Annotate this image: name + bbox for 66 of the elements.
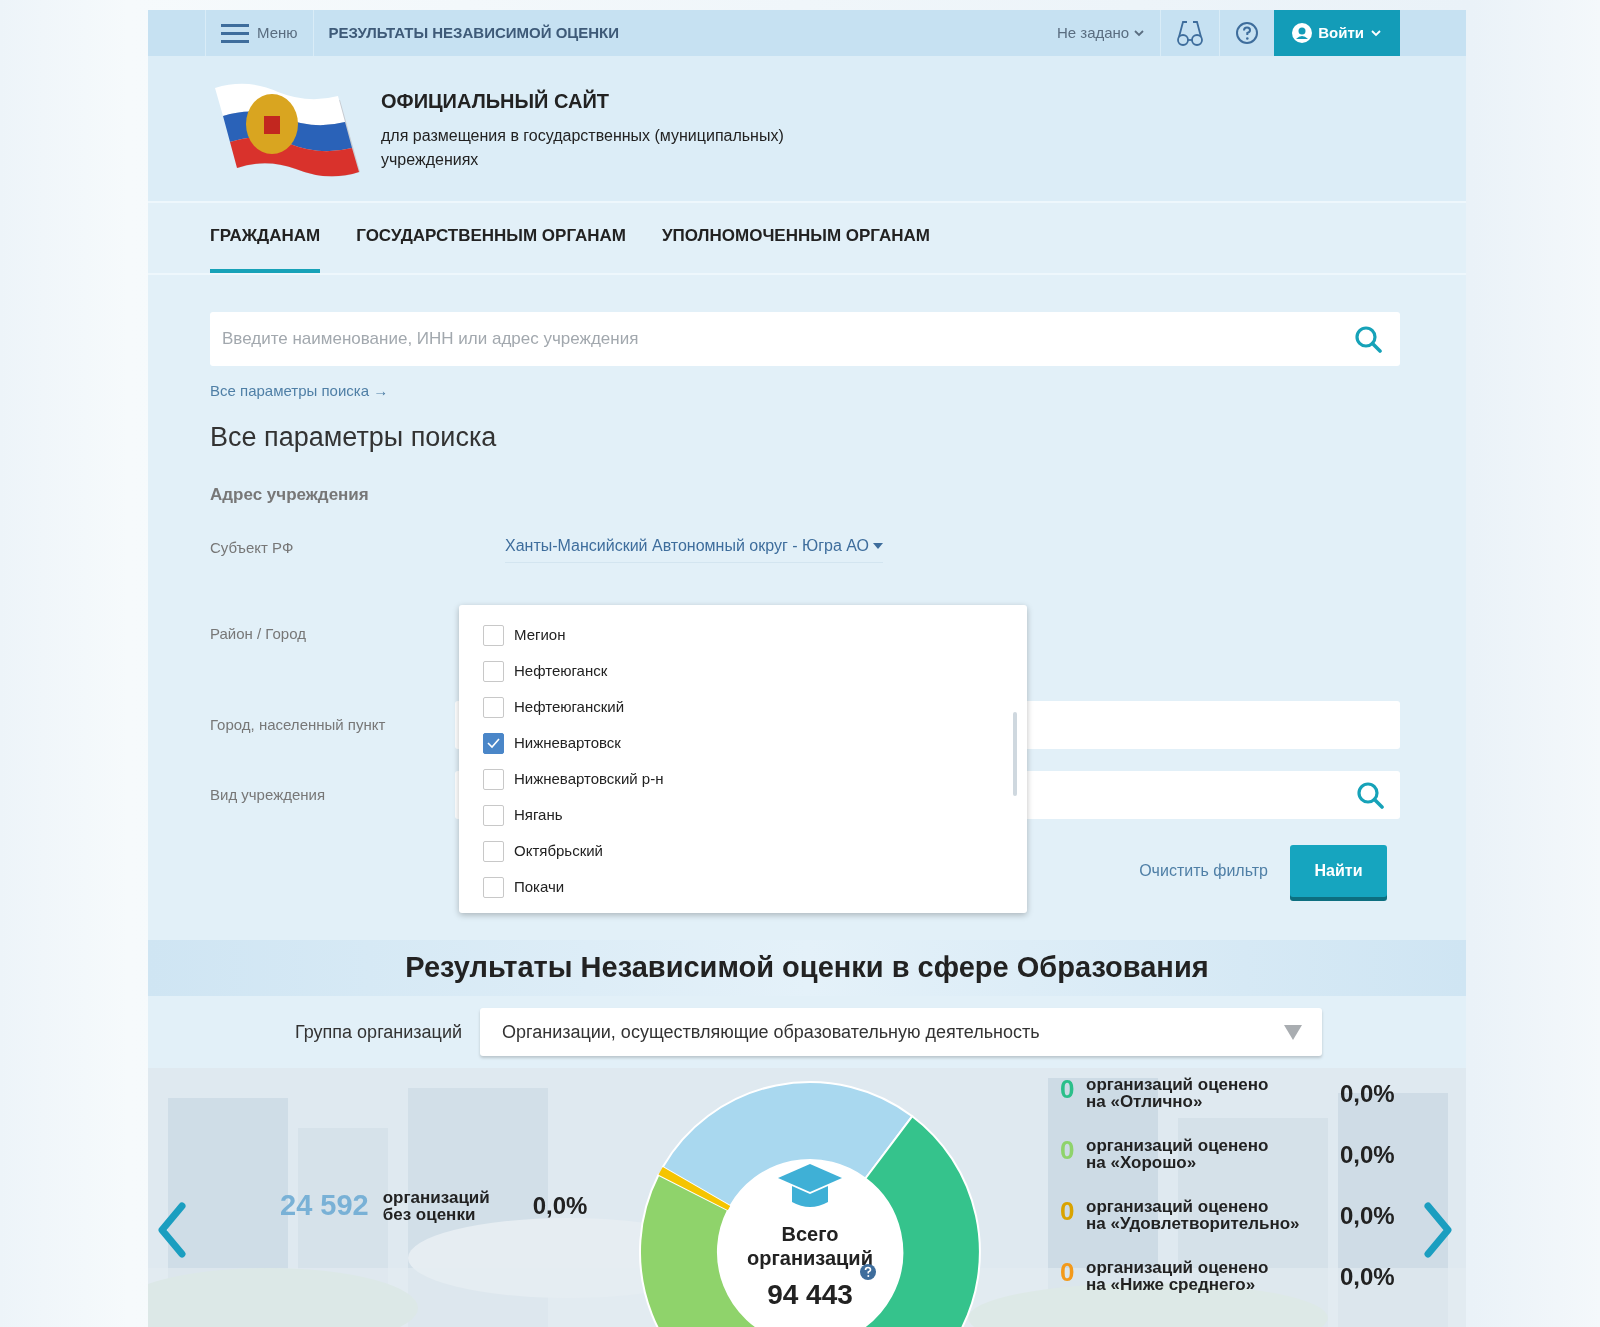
caret-icon	[873, 542, 883, 549]
search-field[interactable]: Введите наименование, ИНН или адрес учреждения	[210, 312, 1400, 366]
search-icon[interactable]	[1356, 781, 1384, 809]
checkbox[interactable]	[483, 840, 504, 862]
nav-tab[interactable]: УПОЛНОМОЧЕННЫМ ОРГАНАМ	[662, 203, 930, 273]
caret-icon	[1133, 28, 1146, 38]
nav-tab[interactable]: ГОСУДАРСТВЕННЫМ ОРГАНАМ	[356, 203, 626, 273]
region-select[interactable]: Ханты-Мансийский Автономный округ - Югра АО	[505, 533, 883, 563]
site-section-title: РЕЗУЛЬТАТЫ НЕЗАВИСИМОЙ ОЦЕНКИ	[328, 22, 620, 43]
caret-icon	[1284, 1024, 1302, 1040]
caret-icon	[1370, 28, 1382, 38]
region-dropdown[interactable]: Не задано	[1041, 10, 1161, 56]
option-label[interactable]: Нягань	[514, 803, 563, 827]
help-icon	[1235, 21, 1260, 45]
search-icon[interactable]	[1354, 325, 1382, 353]
site-subtitle: для размещения в государственных (муниципальных) учреждениях	[381, 125, 785, 170]
results-title: Результаты Независимой оценки в сфере Образования	[405, 950, 1209, 986]
rating-label: организаций оценено на «Ниже среднего»	[1086, 1259, 1270, 1293]
checkbox[interactable]	[483, 696, 504, 718]
option-label[interactable]: Мегион	[514, 623, 566, 647]
unrated-count: 24 592	[280, 1188, 369, 1223]
rating-label: организаций оценено на «Отлично»	[1086, 1076, 1270, 1110]
nav-tab[interactable]: ГРАЖДАНАМ	[210, 203, 321, 273]
option-label[interactable]: Нижневартовск	[514, 731, 621, 755]
graduation-cap-icon	[778, 1164, 842, 1210]
clear-filter-link[interactable]: Очистить фильтр	[1133, 858, 1274, 884]
percent-value: 0,0%	[532, 1190, 588, 1221]
unrated-label: организаций без оценки	[382, 1188, 491, 1223]
site-title: ОФИЦИАЛЬНЫЙ САЙТ	[381, 88, 611, 114]
glasses-icon	[1176, 19, 1205, 47]
percent-value: 0,0%	[1340, 1140, 1395, 1170]
rating-count: 0	[1060, 1076, 1076, 1102]
checkbox[interactable]	[483, 624, 504, 646]
percent-value: 0,0%	[1340, 1079, 1395, 1109]
field-label: Группа организаций	[294, 1020, 463, 1044]
percent-value: 0,0%	[1340, 1201, 1395, 1231]
checkbox[interactable]	[483, 732, 504, 754]
field-label: Район / Город	[210, 623, 307, 644]
option-label[interactable]: Нефтеюганский	[514, 695, 625, 719]
scrollbar[interactable]	[1013, 712, 1017, 796]
menu-icon	[221, 22, 249, 44]
option-label[interactable]: Нижневартовский р-н	[514, 767, 664, 791]
checkbox[interactable]	[483, 768, 504, 790]
checkbox[interactable]	[483, 804, 504, 826]
rating-count: 0	[1060, 1198, 1076, 1224]
user-icon	[1292, 23, 1313, 43]
search-params-link[interactable]: Все параметры поиска →	[210, 380, 389, 403]
check-icon	[486, 736, 501, 750]
rating-count: 0	[1060, 1137, 1076, 1163]
field-label: Вид учреждения	[210, 784, 327, 805]
total-count: 94 443	[766, 1278, 854, 1312]
total-label: Всего организаций	[746, 1222, 874, 1270]
rating-label: организаций оценено на «Удовлетворительно»	[1086, 1198, 1301, 1232]
option-label[interactable]: Октябрьский	[514, 839, 603, 863]
section-heading: Все параметры поиска	[210, 421, 498, 454]
subsection-heading: Адрес учреждения	[210, 483, 370, 506]
rating-count: 0	[1060, 1259, 1076, 1285]
organization-group-select[interactable]: Организации, осуществляющие образовательную деятельность	[480, 1008, 1322, 1056]
rating-label: организаций оценено на «Хорошо»	[1086, 1137, 1270, 1171]
checkbox[interactable]	[483, 876, 504, 898]
option-label[interactable]: Покачи	[514, 875, 565, 899]
percent-value: 0,0%	[1340, 1262, 1395, 1292]
field-label: Субъект РФ	[210, 537, 295, 558]
checkbox[interactable]	[483, 660, 504, 682]
field-label: Город, населенный пункт	[210, 714, 387, 735]
option-label[interactable]: Нефтеюганск	[514, 659, 608, 683]
